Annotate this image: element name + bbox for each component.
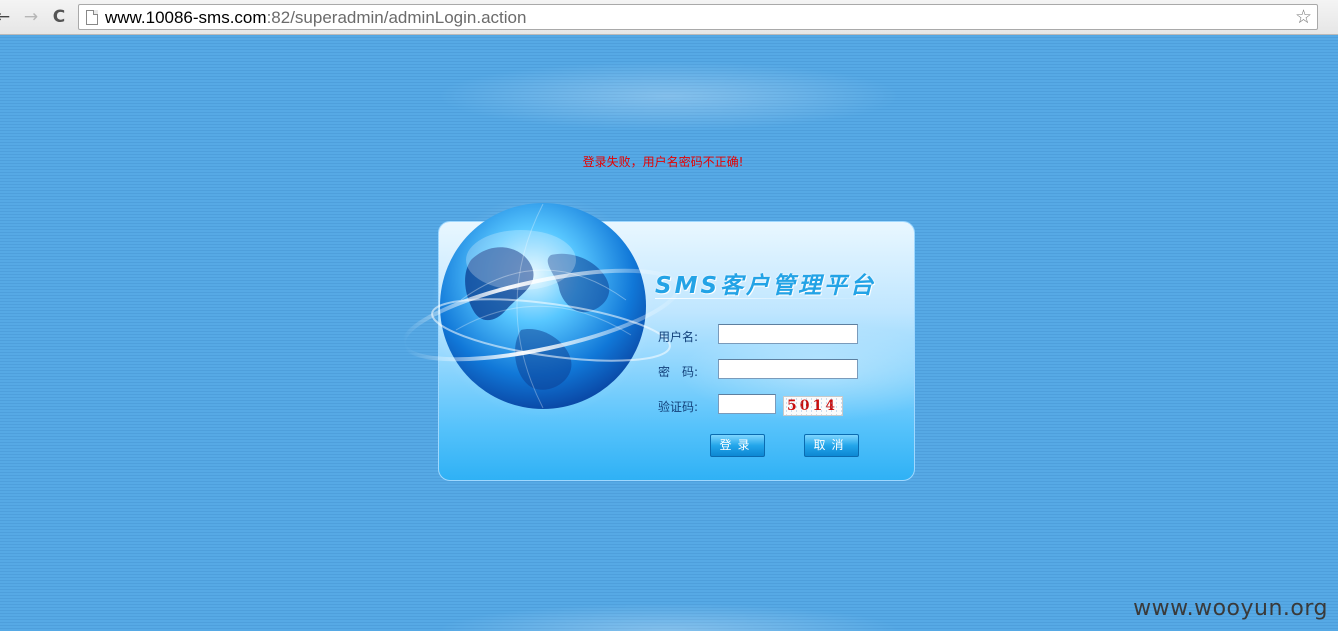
- address-bar[interactable]: www.10086-sms.com:82/superadmin/adminLog…: [78, 4, 1318, 30]
- back-arrow-icon[interactable]: ←: [0, 6, 14, 28]
- url-host: www.10086-sms.com: [105, 8, 267, 27]
- captcha-input[interactable]: [718, 394, 776, 414]
- platform-title: SMS客户管理平台: [655, 273, 877, 299]
- globe-icon: [401, 200, 681, 418]
- forward-arrow-icon[interactable]: →: [20, 6, 42, 28]
- page-body: 登录失败，用户名密码不正确! SMS客户管理平台 用户名: 密 码: 验证码: …: [0, 36, 1338, 631]
- watermark: www.wooyun.org: [1133, 596, 1328, 621]
- login-button[interactable]: 登录: [710, 434, 765, 457]
- login-panel: SMS客户管理平台 用户名: 密 码: 验证码: 5014 登录 取消: [401, 200, 915, 481]
- captcha-image-text: 5014: [787, 398, 838, 414]
- cancel-button[interactable]: 取消: [804, 434, 859, 457]
- password-label: 密 码:: [658, 365, 699, 379]
- password-input[interactable]: [718, 359, 858, 379]
- captcha-image[interactable]: 5014: [783, 396, 843, 416]
- username-input[interactable]: [718, 324, 858, 344]
- page-icon: [86, 10, 98, 25]
- url-text[interactable]: www.10086-sms.com:82/superadmin/adminLog…: [105, 7, 526, 29]
- title-divider: [655, 298, 875, 299]
- error-message: 登录失败，用户名密码不正确!: [582, 155, 744, 169]
- reload-icon[interactable]: C: [48, 6, 70, 28]
- url-path: :82/superadmin/adminLogin.action: [266, 8, 527, 27]
- username-label: 用户名:: [658, 330, 699, 344]
- captcha-label: 验证码:: [658, 400, 699, 414]
- bookmark-star-icon[interactable]: ☆: [1295, 6, 1312, 28]
- browser-toolbar: ← → C www.10086-sms.com:82/superadmin/ad…: [0, 0, 1338, 35]
